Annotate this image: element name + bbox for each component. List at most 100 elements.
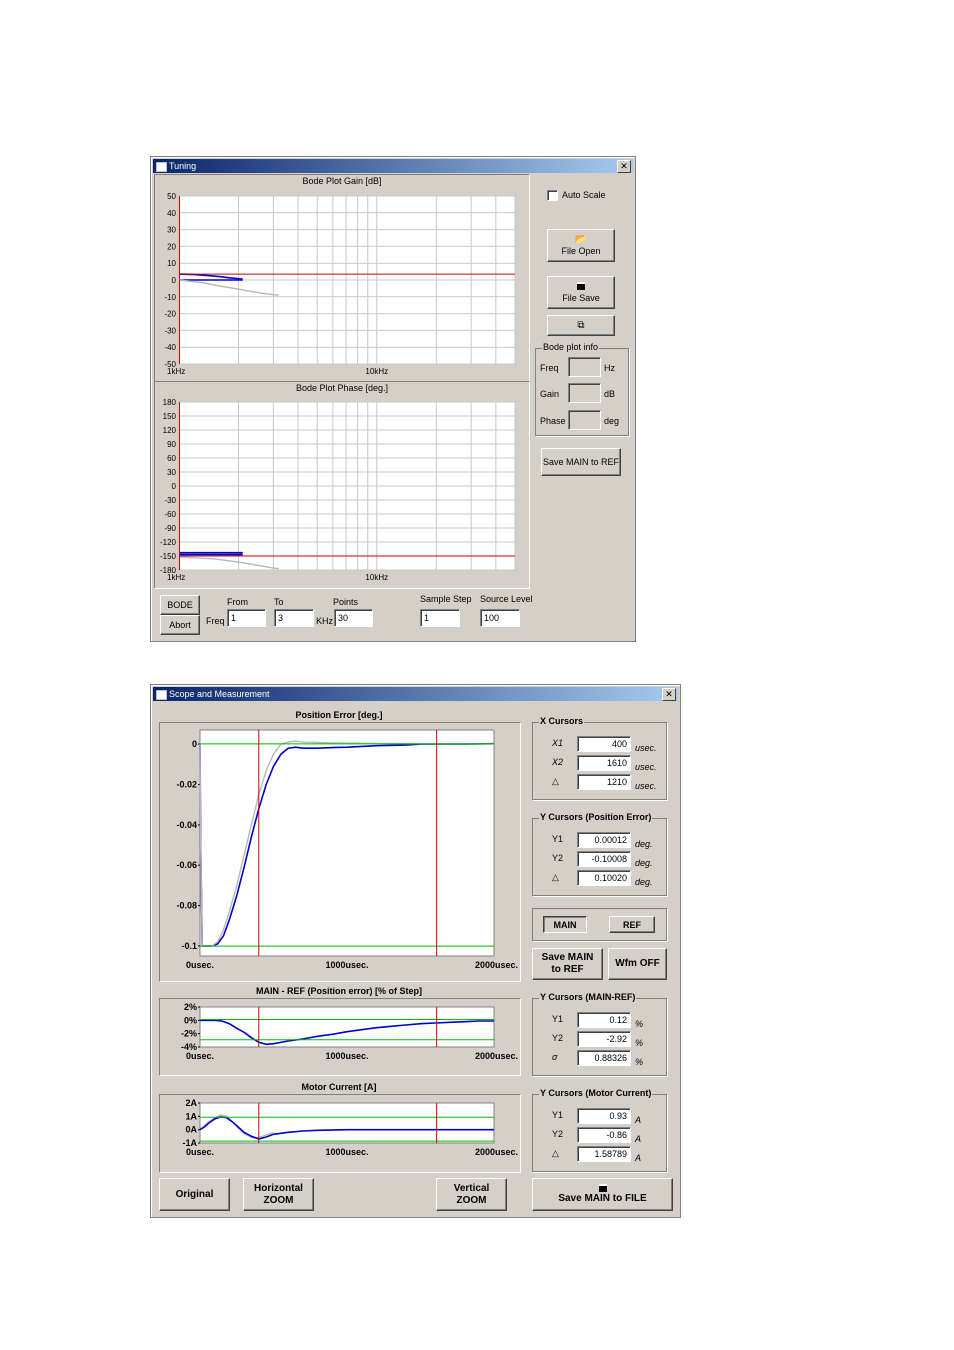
wfm-off-button[interactable]: Wfm OFF — [608, 948, 667, 980]
save-main-to-ref-button[interactable]: Save MAIN to REF — [541, 448, 621, 476]
y-cursors-diff-caption: Y Cursors (MAIN-REF) — [539, 992, 637, 1002]
diff-y2-input[interactable]: -2.92 — [577, 1031, 631, 1047]
phase-y-tick-label: 180 — [163, 398, 177, 407]
bode-button[interactable]: BODE — [160, 595, 200, 615]
auto-scale-checkbox[interactable] — [547, 190, 558, 201]
auto-scale-label: Auto Scale — [562, 190, 606, 200]
phase-y-tick-label: 120 — [163, 426, 177, 435]
to-freq-input[interactable]: 3 — [274, 609, 314, 627]
main-button[interactable]: MAIN — [543, 916, 587, 933]
x1-input[interactable]: 400 — [577, 736, 631, 752]
source-level-label: Source Level — [480, 594, 533, 604]
gain-y-tick-label: -10 — [164, 293, 176, 302]
bode-plot-info-group: Bode plot info Freq Hz Gain dB Phase deg — [535, 342, 629, 436]
cur-y1-input[interactable]: 0.93 — [577, 1108, 631, 1124]
vertical-zoom-button[interactable]: Vertical ZOOM — [436, 1178, 507, 1211]
phase-y-tick-label: -120 — [160, 538, 177, 547]
main-ref-select-group: MAIN REF — [532, 908, 667, 941]
x2-label: X2 — [552, 757, 564, 767]
pos-delta-field: 0.10020 — [577, 870, 631, 886]
phase-x-tick-label: 1kHz — [167, 573, 185, 582]
position-y-tick-label: -0.1 — [181, 941, 197, 951]
gain-y-tick-label: -40 — [164, 343, 176, 352]
sample-step-label: Sample Step — [420, 594, 472, 604]
diff-y-tick-label: 0% — [184, 1015, 197, 1025]
pos-delta-label: △ — [552, 872, 559, 882]
pos-y2-unit: deg. — [635, 858, 653, 868]
phase-y-tick-label: 30 — [167, 468, 176, 477]
position-error-chart: 0 -0.02 -0.04 -0.06 -0.08 -0.1 0usec. 1000usec.… — [176, 729, 518, 970]
current-x-tick-label: 0usec. — [186, 1147, 214, 1157]
cur-delta-label: △ — [552, 1148, 559, 1158]
pos-y1-input[interactable]: 0.00012 — [577, 832, 631, 848]
file-save-button[interactable]: File Save — [547, 276, 615, 309]
scope-titlebar[interactable]: Scope and Measurement ✕ — [153, 687, 678, 701]
bode-freq-label: Freq — [540, 363, 559, 373]
points-input[interactable]: 30 — [334, 609, 373, 627]
bode-gain-unit: dB — [604, 389, 616, 399]
scope-close-button[interactable]: ✕ — [662, 688, 676, 701]
current-chart-title: Motor Current [A] — [301, 1082, 377, 1092]
points-label: Points — [333, 597, 359, 607]
diff-x-tick-label: 0usec. — [186, 1051, 214, 1061]
diff-y-tick-label: 2% — [184, 1002, 197, 1012]
pos-y2-input[interactable]: -0.10008 — [577, 851, 631, 867]
diff-plot-area — [199, 1006, 495, 1048]
cur-y2-input[interactable]: -0.86 — [577, 1127, 631, 1143]
file-open-button[interactable]: 📂 File Open — [547, 229, 615, 262]
abort-button[interactable]: Abort — [160, 615, 200, 635]
diff-sigma-label: σ — [552, 1052, 558, 1062]
ref-button[interactable]: REF — [609, 916, 655, 933]
cur-y2-unit: A — [635, 1134, 642, 1144]
y-cursors-current-caption: Y Cursors (Motor Current) — [539, 1088, 653, 1098]
floppy-disk-icon — [577, 281, 585, 290]
position-y-tick-label: -0.04 — [176, 820, 197, 830]
gain-chart: 50403020100-10-20-30-40-501kHz 10kHz — [164, 192, 516, 376]
position-x-tick-label: 0usec. — [186, 960, 214, 970]
phase-y-tick-label: -60 — [164, 510, 176, 519]
close-icon: ✕ — [620, 161, 628, 171]
cur-delta-unit: A — [635, 1153, 642, 1163]
source-level-input[interactable]: 100 — [480, 609, 520, 627]
main-ref-diff-chart: 2%0%-2%-4%0usec. 1000usec. 2000usec. — [181, 1002, 518, 1061]
x2-unit: usec. — [635, 762, 657, 772]
x-cursors-caption: X Cursors — [539, 716, 585, 726]
phase-y-tick-label: 150 — [163, 412, 177, 421]
gain-y-tick-label: 20 — [167, 242, 176, 251]
sample-step-input[interactable]: 1 — [420, 609, 460, 627]
save-main-to-file-button[interactable]: Save MAIN to FILE — [532, 1178, 673, 1211]
pos-y1-label: Y1 — [552, 834, 564, 844]
original-button[interactable]: Original — [159, 1178, 230, 1211]
freq-label: Freq — [206, 616, 225, 626]
khz-label: KHz — [316, 616, 334, 626]
horizontal-zoom-button[interactable]: Horizontal ZOOM — [243, 1178, 314, 1211]
diff-y1-input[interactable]: 0.12 — [577, 1012, 631, 1028]
save-main-to-ref-button[interactable]: Save MAIN to REF — [532, 948, 603, 980]
from-freq-input[interactable]: 1 — [227, 609, 266, 627]
diff-chart-title: MAIN - REF (Position error) [% of Step] — [256, 986, 422, 996]
folder-open-icon: 📂 — [574, 234, 588, 245]
phase-y-tick-label: 0 — [172, 482, 177, 491]
tuning-close-button[interactable]: ✕ — [617, 160, 631, 173]
main-button-label: MAIN — [553, 919, 577, 930]
diff-y1-label: Y1 — [552, 1014, 564, 1024]
gain-x-tick-label: 1kHz — [167, 367, 185, 376]
x-delta-field: 1210 — [577, 774, 631, 790]
diff-y-tick-label: -2% — [181, 1029, 197, 1039]
gain-y-tick-label: 40 — [167, 209, 176, 218]
gain-y-tick-label: 10 — [167, 259, 176, 268]
tuning-titlebar[interactable]: Tuning ✕ — [153, 159, 633, 173]
cur-y1-label: Y1 — [552, 1110, 564, 1120]
position-y-tick-label: 0 — [192, 739, 197, 749]
y-cursors-position-caption: Y Cursors (Position Error) — [539, 812, 653, 822]
app-icon — [156, 690, 167, 700]
bode-phase-field — [568, 410, 601, 430]
vertical-zoom-line2: ZOOM — [456, 1194, 487, 1206]
phase-x-tick-label: 10kHz — [365, 573, 388, 582]
copy-button[interactable]: ⧉ — [547, 315, 615, 336]
position-y-tick-label: -0.06 — [176, 860, 197, 870]
x-cursors-group: X Cursors X1 400 usec. X2 1610 usec. △ 1… — [532, 716, 667, 800]
x1-unit: usec. — [635, 743, 657, 753]
copy-icon: ⧉ — [577, 319, 585, 331]
x2-input[interactable]: 1610 — [577, 755, 631, 771]
